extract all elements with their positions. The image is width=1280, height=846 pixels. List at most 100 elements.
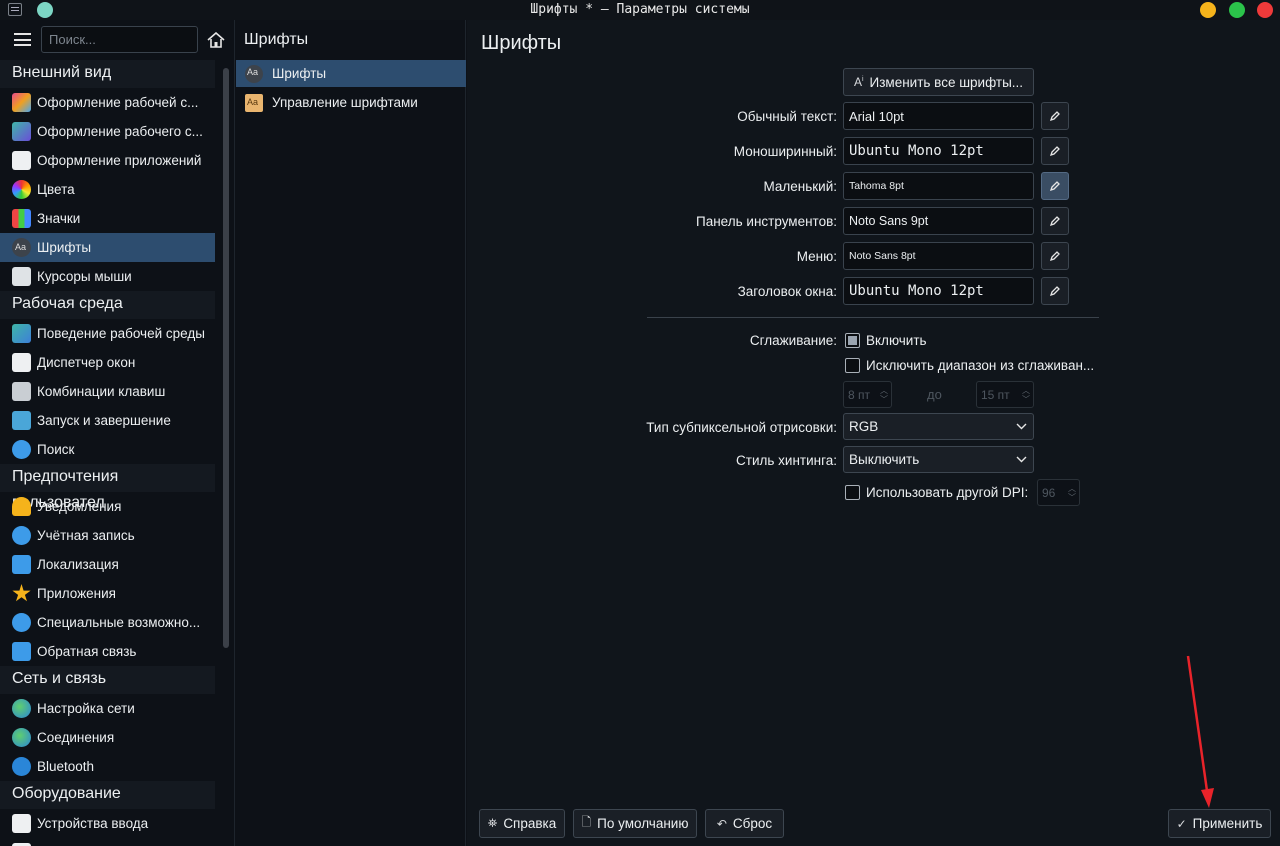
star-icon [12,584,31,602]
window-title-font-choose-button[interactable] [1041,277,1069,305]
chevron-down-icon [1016,456,1027,463]
hinting-label: Стиль хинтинга: [736,453,837,468]
sidebar-item-label: Учётная запись [37,528,135,543]
sidebar-item[interactable]: Экран [0,838,215,846]
force-dpi-checkbox[interactable] [845,485,860,500]
exclude-from-value: 8 пт [848,387,871,402]
force-dpi-label: Использовать другой DPI: [866,485,1029,500]
sidebar-item-label: Комбинации клавиш [37,384,166,399]
antialiasing-enable-label: Включить [866,333,927,348]
bluetooth-icon [12,757,31,776]
document-defaults-icon: 🗋 [581,815,592,829]
sidebar-item[interactable]: Оформление рабочей с... [0,88,215,117]
spin-arrows-icon: ︿ ﹀ [880,386,888,404]
sidebar-item[interactable]: Обратная связь [0,637,215,666]
close-button[interactable] [1257,2,1273,18]
exclude-to-value: 15 пт [981,387,1010,402]
subcategory-panel: Шрифты Aa Шрифты Aa Управление шрифтами [236,20,466,846]
hinting-value: Выключить [849,452,920,467]
exclude-range-label: Исключить диапазон из сглаживан... [866,358,1095,373]
subcategory-item-font-management[interactable]: Aa Управление шрифтами [236,89,466,116]
dpi-spinbox: 96 ︿ ﹀ [1037,479,1080,506]
sidebar-item[interactable]: Локализация [0,550,215,579]
sidebar-item[interactable]: Bluetooth [0,752,215,781]
reset-button[interactable]: ↶ Сброс [705,809,784,838]
sidebar-item-label: Цвета [37,182,75,197]
subcategory-label: Управление шрифтами [272,95,418,110]
page-title: Шрифты [481,32,562,54]
window-title-font-label: Заголовок окна: [737,284,837,299]
sidebar-item-label: Приложения [37,586,116,601]
sidebar-item[interactable]: Значки [0,204,215,233]
help-button[interactable]: ⛯ Справка [479,809,565,838]
home-icon[interactable] [207,32,225,48]
sidebar-item[interactable]: Aa Шрифты [0,233,215,262]
subcategory-title: Шрифты [244,31,309,48]
sidebar-item[interactable]: Поиск [0,435,215,464]
sidebar-item-label: Устройства ввода [37,816,149,831]
sidebar-item-label: Bluetooth [37,759,95,774]
font-management-icon: Aa [245,93,263,112]
search-input[interactable] [41,26,198,53]
sidebar-item[interactable]: Комбинации клавиш [0,377,215,406]
toolbar-font-choose-button[interactable] [1041,207,1069,235]
sidebar-item[interactable]: Учётная запись [0,521,215,550]
sidebar-item[interactable]: Диспетчер окон [0,348,215,377]
feedback-icon [12,642,31,661]
sidebar-item[interactable]: Специальные возможно... [0,608,215,637]
hamburger-menu-icon[interactable] [14,33,31,46]
sidebar-item[interactable]: Запуск и завершение [0,406,215,435]
sidebar-item-label: Запуск и завершение [37,413,171,428]
sidebar-scrollbar[interactable] [223,68,229,648]
icons-icon [12,209,31,228]
sidebar-item[interactable]: Цвета [0,175,215,204]
apply-button[interactable]: ✓ Применить [1168,809,1271,838]
sidebar-item-label: Шрифты [37,240,92,255]
title-bar: Шрифты * — Параметры системы [0,0,1280,20]
range-to-label: до [927,387,942,402]
pencil-icon [1049,216,1060,227]
menu-font-choose-button[interactable] [1041,242,1069,270]
sidebar-item[interactable]: Поведение рабочей среды [0,319,215,348]
maximize-button[interactable] [1229,2,1245,18]
exclude-range-checkbox[interactable] [845,358,860,373]
defaults-button[interactable]: 🗋 По умолчанию [573,809,697,838]
small-font-choose-button[interactable] [1041,172,1069,200]
sidebar-item-label: Обратная связь [37,644,137,659]
sidebar-item[interactable]: Оформление приложений [0,146,215,175]
subcategory-item-fonts[interactable]: Aa Шрифты [236,60,466,87]
toolbar-font-field: Noto Sans 9pt [843,207,1034,235]
antialiasing-checkbox[interactable] [845,333,860,348]
search-icon [12,440,31,459]
toolbar-font-label: Панель инструментов: [696,214,837,229]
sidebar-item[interactable]: Курсоры мыши [0,262,215,291]
hinting-select[interactable]: Выключить [843,446,1034,473]
app-style-icon [12,151,31,170]
locale-icon [12,555,31,574]
colors-icon [12,180,31,199]
window-manager-icon [12,353,31,372]
sidebar-item[interactable]: Приложения [0,579,215,608]
checkmark-icon: ✓ [1176,816,1187,831]
general-font-field: Arial 10pt [843,102,1034,130]
general-font-choose-button[interactable] [1041,102,1069,130]
sidebar-item-label: Поиск [37,442,75,457]
sidebar-item[interactable]: Оформление рабочего с... [0,117,215,146]
fixed-font-choose-button[interactable] [1041,137,1069,165]
sidebar-item-label: Специальные возможно... [37,615,201,630]
window-title: Шрифты * — Параметры системы [530,2,750,17]
subpixel-select[interactable]: RGB [843,413,1034,440]
general-font-label: Обычный текст: [737,109,837,124]
adjust-all-fonts-button[interactable]: Ai Изменить все шрифты... [843,68,1034,96]
sidebar-item[interactable]: Устройства ввода [0,809,215,838]
sidebar-item-label: Диспетчер окон [37,355,136,370]
small-font-field: Tahoma 8pt [843,172,1034,200]
help-lifebuoy-icon: ⛯ [487,816,498,830]
minimize-button[interactable] [1200,2,1216,18]
sidebar-item[interactable]: Соединения [0,723,215,752]
sidebar-item-label: Соединения [37,730,115,745]
sidebar-item[interactable]: Настройка сети [0,694,215,723]
subpixel-value: RGB [849,419,879,434]
sidebar-item-label: Локализация [37,557,119,572]
category-list: Внешний вид Оформление рабочей с... Оформл… [0,60,215,846]
